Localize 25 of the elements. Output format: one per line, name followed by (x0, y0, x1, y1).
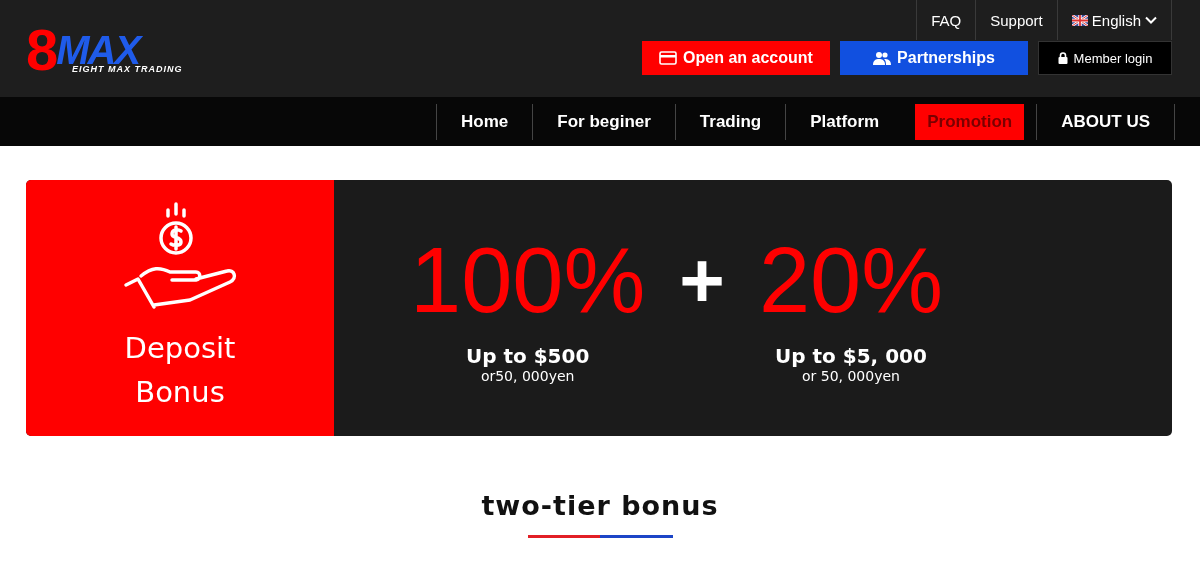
users-icon (873, 51, 892, 65)
card-icon (659, 51, 678, 65)
bonus-percent: 100% (410, 230, 646, 330)
bonus-limit: Up to $500 (465, 344, 590, 368)
nav-item[interactable]: For beginer (532, 103, 675, 140)
language-selector[interactable]: English (1056, 0, 1172, 40)
plus-sign: + (679, 235, 725, 326)
bonus-limit: Up to $5, 000 (774, 344, 927, 368)
bonus-alternative: or50, 000yen (480, 368, 575, 384)
nav-item[interactable]: Trading (674, 103, 786, 140)
nav-item[interactable]: ABOUT US (1036, 103, 1175, 140)
top-link[interactable]: FAQ (916, 0, 976, 40)
flag-icon (1071, 14, 1088, 26)
nav-item[interactable]: Platform (785, 103, 904, 140)
chevron-down-icon (1145, 16, 1157, 24)
lock-icon (1057, 52, 1068, 64)
banner-side-panel: Deposit Bonus (26, 180, 334, 436)
bonus-alternative: or 50, 000yen (801, 368, 900, 384)
header-button[interactable]: Member login (1038, 41, 1172, 75)
nav-item[interactable]: Home (436, 103, 533, 140)
bonus-percent: 20% (758, 230, 943, 330)
section-title: two-tier bonus (481, 490, 719, 521)
header-button[interactable]: Partnerships (840, 41, 1028, 75)
header-button[interactable]: Open an account (642, 41, 830, 75)
top-link[interactable]: Support (975, 0, 1057, 40)
